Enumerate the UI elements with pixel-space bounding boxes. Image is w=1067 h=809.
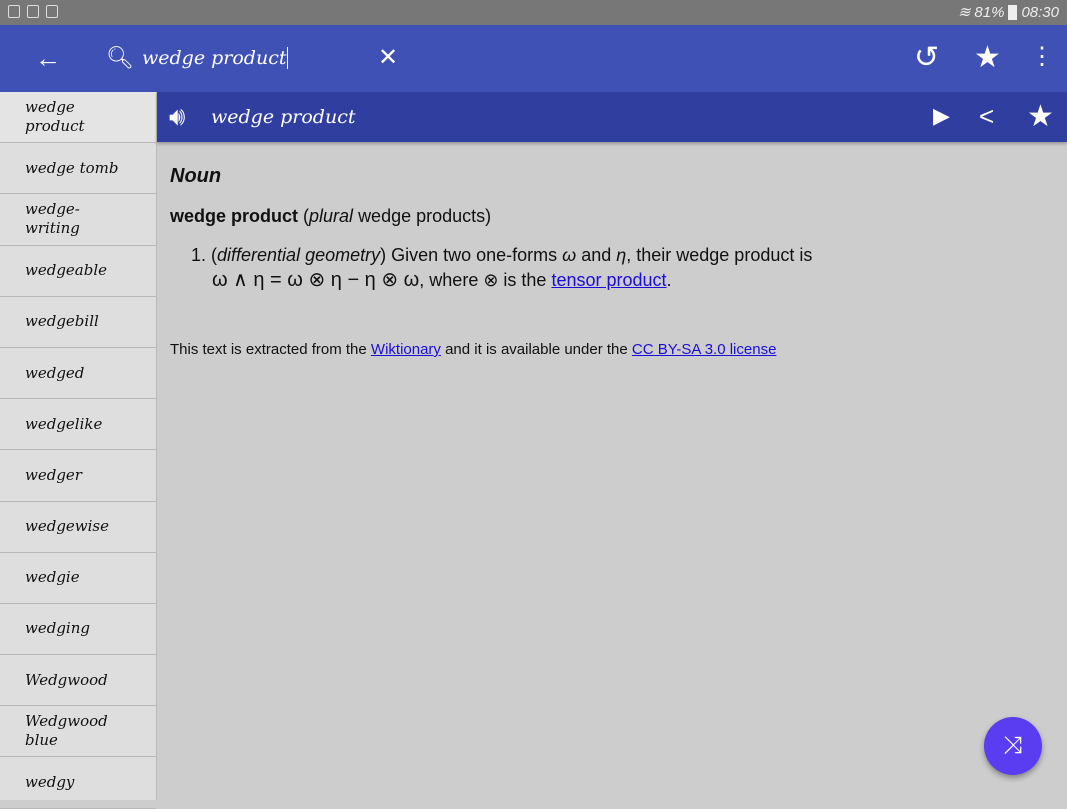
context-label: differential geometry [217,245,381,265]
toolbar: ← 🔍︎ wedge product ✕ ↺ ★ ⋮ [0,25,1067,92]
sidebar-item[interactable]: wedge-writing [0,194,156,246]
plural-label: plural [309,206,354,226]
sidebar-item[interactable]: wedgie [0,553,156,604]
sidebar-item[interactable]: wedgebill [0,297,156,348]
definition-number: 1. [191,245,207,265]
def-text: , where ⊗ is the [419,270,552,290]
attribution: This text is extracted from the Wiktiona… [170,341,1050,358]
sidebar-item[interactable]: Wedgwood blue [0,706,156,758]
sidebar-item[interactable]: wedger [0,450,156,502]
sidebar-item[interactable]: wedgy [0,757,156,809]
back-arrow-icon[interactable]: ← [35,45,61,71]
battery-percent: 81% [974,3,1005,21]
headword-line: wedge product (plural wedge products) [170,206,492,226]
omega: ω [562,245,577,265]
search-input[interactable]: wedge product [142,47,289,69]
gallery-icon [8,5,20,18]
eta: η [616,245,627,265]
shuffle-icon: ⤨ [1003,732,1023,759]
search-icon: 🔍︎ [106,45,134,70]
sidebar-item[interactable]: wedgelike [0,399,156,451]
wifi-icon: ≋ [957,4,971,21]
notification-icons [8,5,58,18]
history-icon[interactable]: ↺ [914,43,939,73]
favorites-star-icon[interactable]: ★ [974,43,1001,73]
plural-form: wedge products [358,206,486,226]
star-icon[interactable]: ★ [1027,102,1054,132]
status-bar: ≋ 81% 08:30 [0,0,1067,25]
part-of-speech: Noun [170,165,222,187]
sidebar-item[interactable]: wedgewise [0,502,156,553]
license-link[interactable]: CC BY-SA 3.0 license [632,341,777,358]
battery-icon [1008,4,1018,20]
headword: wedge product [170,206,299,226]
random-word-button[interactable]: ⤨ [984,717,1042,775]
def-text: . [666,270,672,290]
sidebar-item[interactable]: wedge tomb [0,143,156,195]
def-text: , their wedge product is [626,245,813,265]
def-text: and [576,245,617,265]
attr-text: and it is available under the [440,341,632,358]
attr-text: This text is extracted from the [170,341,371,358]
wiktionary-link[interactable]: Wiktionary [371,341,441,358]
sidebar-item[interactable]: wedged [0,348,156,400]
formula: ω ∧ η = ω ⊗ η − η ⊗ ω [212,269,420,291]
entry-title: wedge product [211,106,356,128]
store-icon [46,5,58,18]
tensor-product-link[interactable]: tensor product [551,270,666,290]
def-text: Given two one-forms [386,245,563,265]
clear-icon[interactable]: ✕ [378,46,398,70]
more-vert-icon[interactable]: ⋮ [1030,45,1054,69]
sidebar-item[interactable]: wedgeable [0,246,156,297]
entry-bar: 🔊︎ wedge product ▶ < ★ [157,92,1067,142]
clock: 08:30 [1021,3,1059,21]
word-list[interactable]: wedge product wedge tomb wedge-writing wedg… [0,92,157,809]
sidebar-item[interactable]: wedging [0,604,156,656]
definition-content: Noun wedge product (plural wedge product… [170,165,1050,358]
sidebar-item[interactable]: wedge product [0,92,156,144]
share-icon[interactable]: < [979,103,994,129]
definition-1: 1. (differential geometry) Given two one… [191,245,813,291]
play-icon[interactable]: ▶ [933,105,950,127]
speaker-icon[interactable]: 🔊︎ [169,103,185,129]
clipboard-icon [27,5,39,18]
sidebar-item[interactable]: Wedgwood [0,655,156,707]
